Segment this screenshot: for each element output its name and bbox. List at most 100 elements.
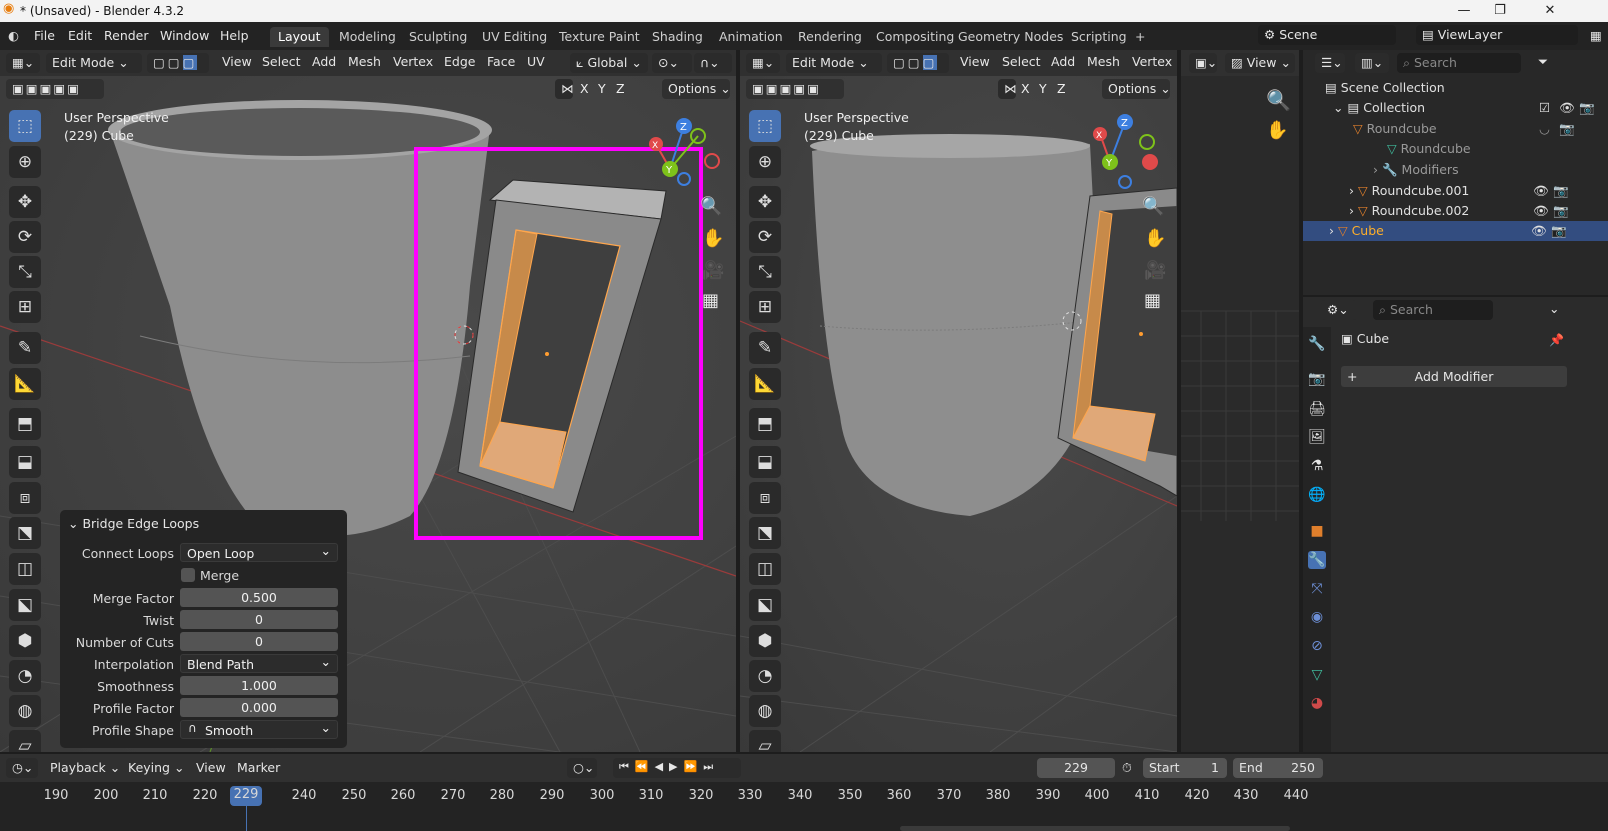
pin-icon[interactable]: 📌 — [1549, 333, 1564, 347]
menu-add-right[interactable]: Add — [1051, 54, 1075, 69]
cursor-tool-icon[interactable]: ⊕ — [9, 146, 41, 178]
axis-y-toggle[interactable]: Y — [598, 81, 606, 96]
inset-tool-right-icon[interactable]: ⧈ — [749, 482, 781, 514]
interpolation-dropdown[interactable]: Blend Path — [180, 652, 338, 673]
outliner-roundcube-mesh[interactable]: ▽ Roundcube — [1387, 141, 1471, 161]
menu-select-left[interactable]: Select — [262, 54, 301, 69]
menu-view-left[interactable]: View — [222, 54, 252, 69]
axis-z-toggle[interactable]: Z — [616, 81, 625, 96]
snap-icon[interactable]: ∩⌄ — [694, 53, 732, 73]
merge-factor-field[interactable]: 0.500 — [180, 588, 338, 607]
camera-icon[interactable]: 📷 — [1553, 183, 1569, 199]
select-mode-buttons-right[interactable]: ▢▢▢ — [887, 53, 949, 73]
mirror-icon[interactable]: ⋈ — [555, 79, 574, 99]
menu-view-timeline[interactable]: View — [196, 760, 226, 775]
transform-tool-right-icon[interactable]: ⊞ — [749, 291, 781, 323]
ortho-grid-icon[interactable]: ▦ — [702, 290, 719, 311]
menu-window[interactable]: Window — [160, 28, 209, 43]
poly-build-tool-icon[interactable]: ⬢ — [9, 625, 41, 657]
shear-tool-icon[interactable]: ▱ — [9, 730, 41, 752]
inset-tool-icon[interactable]: ⧈ — [9, 482, 41, 514]
menu-uv-left[interactable]: UV — [527, 54, 545, 69]
outliner-display-mode-icon[interactable]: ▥⌄ — [1355, 53, 1389, 73]
mode-selector-left[interactable]: Edit Mode ⌄ — [46, 53, 142, 73]
menu-add-left[interactable]: Add — [312, 54, 336, 69]
add-cube-tool-icon[interactable]: ⬒ — [9, 408, 41, 440]
image-editor-type-icon[interactable]: ▣⌄ — [1189, 53, 1217, 73]
outliner-scene-collection[interactable]: ▤ Scene Collection — [1325, 80, 1445, 100]
current-frame-indicator[interactable]: 229 — [230, 786, 262, 806]
menu-help[interactable]: Help — [220, 28, 249, 43]
zoom-icon[interactable]: 🔍 — [700, 196, 722, 217]
select-box-tool-right-icon[interactable]: ⬚ — [749, 110, 781, 142]
view-layer-tab-icon[interactable]: 🖼 — [1308, 428, 1326, 446]
timeline-editor-type-icon[interactable]: ◷⌄ — [6, 758, 38, 778]
knife-tool-icon[interactable]: ⬕ — [9, 589, 41, 621]
timeline-ruler[interactable]: 190 200 210 220 229 240 250 260 270 280 … — [0, 782, 1608, 831]
zoom-right-icon[interactable]: 🔍 — [1142, 196, 1164, 217]
left-3d-viewport[interactable]: ⬚ ⊕ ✥ ⟳ ⤡ ⊞ ✎ 📐 ⬒ ⬓ ⧈ ⬔ ◫ ⬕ ⬢ ◔ ◍ ▱ ▣▣▣▣… — [0, 76, 736, 752]
axis-z-toggle-right[interactable]: Z — [1057, 81, 1066, 96]
maximize-icon[interactable]: ❐ — [1490, 2, 1510, 20]
spin-tool-right-icon[interactable]: ◔ — [749, 660, 781, 692]
camera-icon[interactable]: 📷 — [1559, 121, 1575, 137]
outliner-collection[interactable]: ⌄ ▤ Collection ☑ 👁 📷 — [1333, 100, 1603, 120]
tab-shading[interactable]: Shading — [644, 27, 711, 47]
tab-modeling[interactable]: Modeling — [331, 27, 404, 47]
filter-icon[interactable]: ⏷ — [1538, 54, 1548, 70]
editor-type-right-icon[interactable]: ▦⌄ — [746, 53, 780, 73]
bevel-tool-right-icon[interactable]: ⬔ — [749, 517, 781, 549]
editor-type-icon[interactable]: ▦⌄ — [6, 53, 40, 73]
properties-editor-type-icon[interactable]: ⚙⌄ — [1321, 300, 1357, 320]
menu-mesh-right[interactable]: Mesh — [1087, 54, 1120, 69]
connect-loops-dropdown[interactable]: Open Loop — [180, 541, 338, 562]
mirror-right-icon[interactable]: ⋈ — [998, 79, 1017, 99]
mode-selector-right[interactable]: Edit Mode ⌄ — [786, 53, 882, 73]
axis-x-toggle[interactable]: X — [580, 81, 589, 96]
move-tool-right-icon[interactable]: ✥ — [749, 186, 781, 218]
outliner-cube[interactable]: › ▽ Cube 👁 📷 — [1303, 221, 1608, 241]
right-3d-viewport[interactable]: ⬚ ⊕ ✥ ⟳ ⤡ ⊞ ✎ 📐 ⬒ ⬓ ⧈ ⬔ ◫ ⬕ ⬢ ◔ ◍ ▱ ▣▣▣▣… — [740, 76, 1177, 752]
modifier-tab-icon[interactable]: 🔧 — [1308, 551, 1326, 569]
camera-icon[interactable]: 📷 — [1553, 203, 1569, 219]
data-tab-icon[interactable]: ▽ — [1308, 666, 1326, 684]
blender-menu-icon[interactable]: ◐ — [8, 28, 19, 43]
render-tab-icon[interactable]: 📷 — [1308, 370, 1326, 388]
camera-icon[interactable]: 📷 — [1551, 223, 1567, 239]
add-workspace-button[interactable]: + — [1127, 27, 1153, 47]
image-zoom-icon[interactable]: 🔍 — [1266, 88, 1291, 112]
outliner-roundcube[interactable]: ▽ Roundcube ◡ 📷 — [1353, 121, 1603, 141]
extrude-tool-right-icon[interactable]: ⬓ — [749, 446, 781, 478]
profile-factor-field[interactable]: 0.000 — [180, 698, 338, 717]
rotate-tool-right-icon[interactable]: ⟳ — [749, 221, 781, 253]
menu-vertex-left[interactable]: Vertex — [393, 54, 433, 69]
menu-edit[interactable]: Edit — [68, 28, 92, 43]
scene-selector[interactable]: ⚙ Scene — [1258, 25, 1396, 45]
menu-vertex-right[interactable]: Vertex — [1132, 54, 1172, 69]
bevel-tool-icon[interactable]: ⬔ — [9, 517, 41, 549]
tool-tab-icon[interactable]: 🔧 — [1308, 335, 1326, 353]
menu-marker[interactable]: Marker — [237, 760, 280, 775]
image-pan-hand-icon[interactable]: ✋ — [1266, 120, 1288, 141]
world-tab-icon[interactable]: 🌐 — [1308, 486, 1326, 504]
eye-icon[interactable]: 👁 — [1533, 183, 1549, 199]
smoothness-field[interactable]: 1.000 — [180, 676, 338, 695]
start-frame-field[interactable]: Start 1 — [1143, 758, 1227, 778]
current-frame-field[interactable]: 229 — [1037, 758, 1115, 778]
add-cube-tool-right-icon[interactable]: ⬒ — [749, 408, 781, 440]
shear-tool-right-icon[interactable]: ▱ — [749, 730, 781, 752]
tab-uv-editing[interactable]: UV Editing — [474, 27, 555, 47]
tab-texture-paint[interactable]: Texture Paint — [551, 27, 648, 47]
camera-icon[interactable]: 📷 — [1579, 100, 1595, 116]
axis-x-toggle-right[interactable]: X — [1021, 81, 1030, 96]
axis-y-toggle-right[interactable]: Y — [1039, 81, 1047, 96]
hidden-eye-icon[interactable]: ◡ — [1539, 121, 1550, 136]
move-tool-icon[interactable]: ✥ — [9, 186, 41, 218]
menu-edge-left[interactable]: Edge — [444, 54, 475, 69]
outliner-modifiers[interactable]: › 🔧 Modifiers — [1373, 162, 1459, 182]
tab-geometry-nodes[interactable]: Geometry Nodes — [950, 27, 1071, 47]
select-box-tool-icon[interactable]: ⬚ — [9, 110, 41, 142]
tab-layout[interactable]: Layout — [270, 27, 329, 47]
output-tab-icon[interactable]: 🖨 — [1308, 400, 1326, 418]
end-frame-field[interactable]: End 250 — [1233, 758, 1323, 778]
